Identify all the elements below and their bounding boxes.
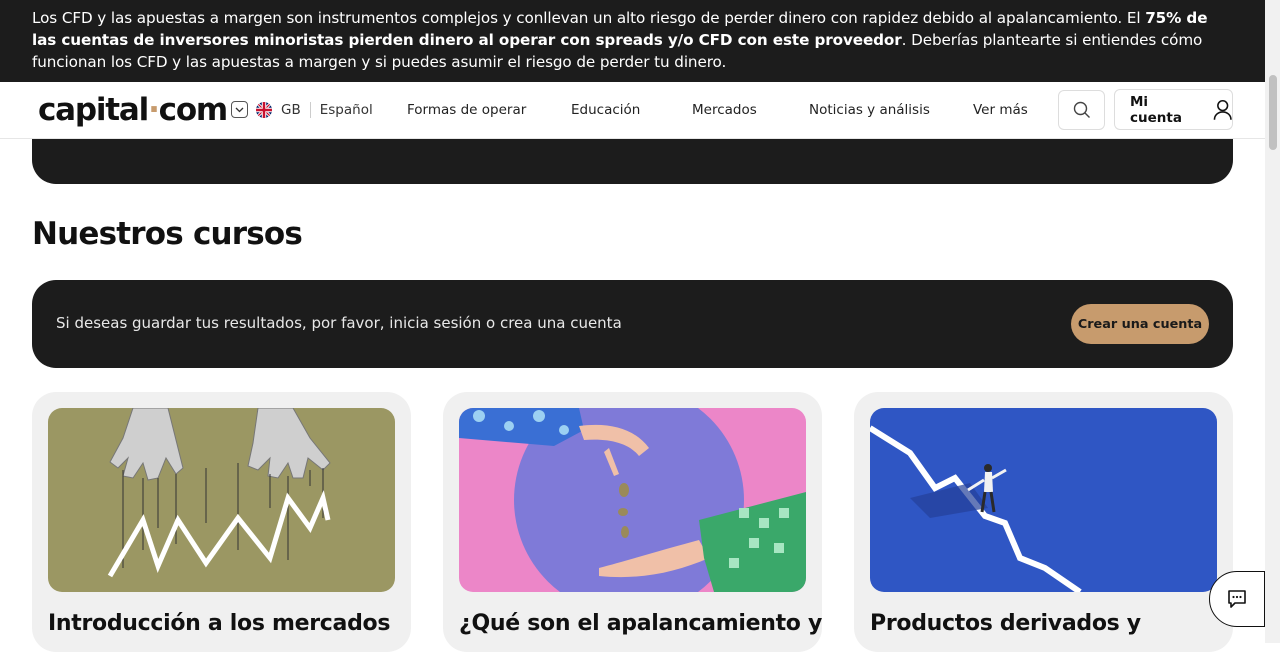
uk-flag-icon (256, 101, 272, 118)
nav-formas-de-operar[interactable]: Formas de operar (407, 102, 526, 118)
create-account-button[interactable]: Crear una cuenta (1071, 304, 1209, 344)
nav-ver-mas[interactable]: Ver más (973, 102, 1028, 118)
user-icon (1213, 99, 1232, 120)
course-card[interactable]: Productos derivados y (854, 392, 1233, 652)
site-header: capital·com GB Español Formas de operar … (0, 82, 1265, 139)
course-title[interactable]: ¿Qué son el apalancamiento y (459, 611, 822, 636)
nav-noticias[interactable]: Noticias y análisis (809, 102, 930, 118)
my-account-button[interactable]: Mi cuenta (1114, 89, 1233, 130)
login-prompt-text: Si deseas guardar tus resultados, por fa… (56, 314, 622, 332)
course-title[interactable]: Productos derivados y (870, 611, 1141, 636)
logo-left: capital (38, 92, 149, 128)
chat-icon (1228, 590, 1246, 608)
previous-section-end (32, 139, 1233, 184)
region-code: GB (281, 101, 301, 118)
person-on-falling-line-image (870, 408, 1217, 592)
search-icon (1073, 101, 1090, 118)
nav-educacion[interactable]: Educación (571, 102, 640, 118)
chevron-down-icon (231, 101, 248, 118)
search-button[interactable] (1058, 90, 1105, 130)
section-title: Nuestros cursos (32, 216, 303, 252)
course-title[interactable]: Introducción a los mercados (48, 611, 390, 636)
divider (309, 101, 311, 118)
chat-button[interactable] (1209, 571, 1265, 627)
scrollbar-thumb[interactable] (1269, 75, 1277, 150)
risk-text-part1: Los CFD y las apuestas a margen son inst… (32, 9, 1146, 27)
logo-right: com (158, 92, 229, 128)
nav-mercados[interactable]: Mercados (692, 102, 757, 118)
hands-coins-image (459, 408, 806, 592)
region-selector[interactable]: GB Español (231, 101, 373, 118)
account-label: Mi cuenta (1130, 93, 1182, 126)
course-card[interactable]: ¿Qué son el apalancamiento y (443, 392, 822, 652)
risk-warning-banner: Los CFD y las apuestas a margen son inst… (0, 0, 1265, 82)
puppet-hands-chart-image (48, 408, 395, 592)
language-label[interactable]: Español (320, 102, 373, 118)
page-scrollbar[interactable] (1265, 0, 1280, 643)
login-prompt-bar: Si deseas guardar tus resultados, por fa… (32, 280, 1233, 368)
logo-dot: · (148, 92, 160, 128)
logo[interactable]: capital·com (38, 92, 229, 128)
course-card[interactable]: Introducción a los mercados (32, 392, 411, 652)
